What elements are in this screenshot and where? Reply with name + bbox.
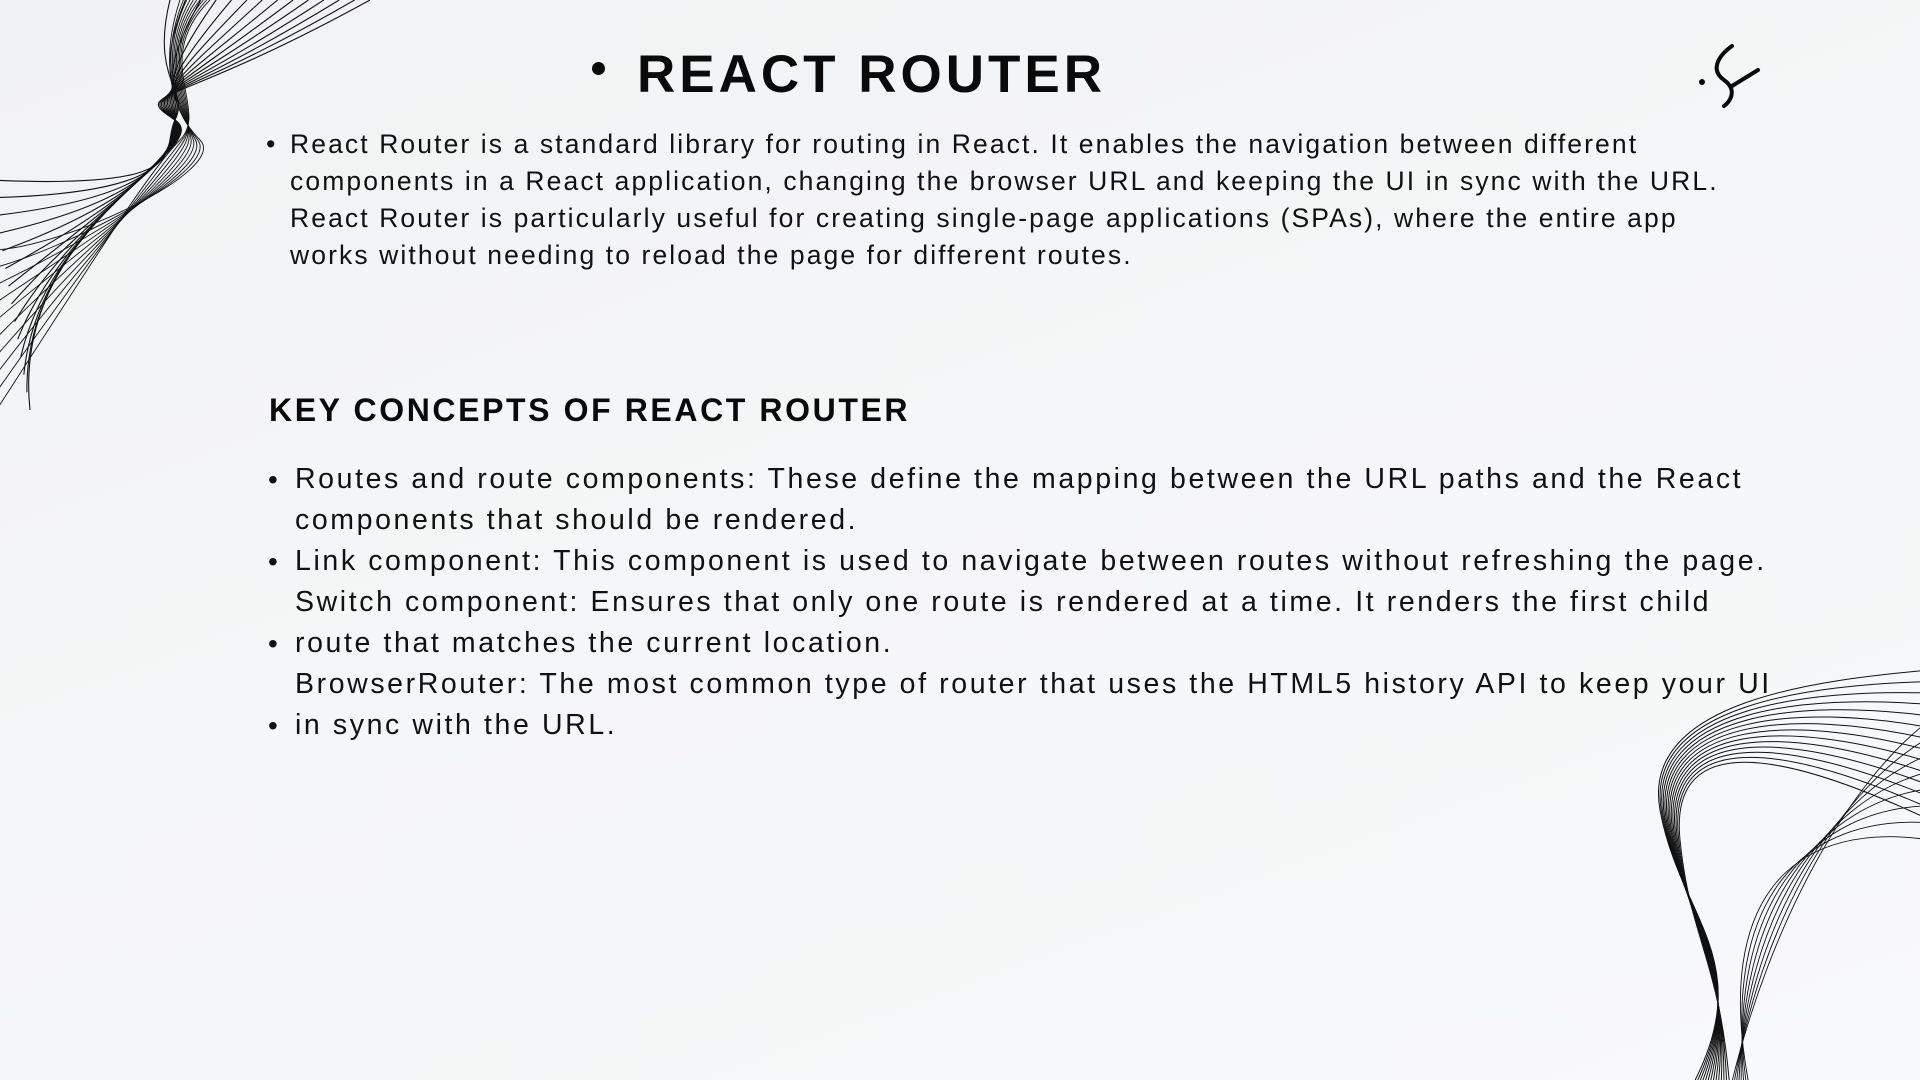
concept-bullets: • • • • <box>266 459 295 746</box>
concept-bullet: • <box>268 628 278 659</box>
intro-bullet: • <box>266 129 276 159</box>
section-heading: KEY CONCEPTS OF REACT ROUTER <box>269 392 911 428</box>
title-bullet <box>592 62 605 75</box>
title-row: REACT ROUTER <box>592 44 1106 105</box>
intro-paragraph: React Router is a standard library for r… <box>290 129 1719 270</box>
concept-bullet: • <box>268 710 278 741</box>
slide: REACT ROUTER • React Router is a standar… <box>0 0 1920 1080</box>
concepts-paragraph: Routes and route components: These defin… <box>295 463 1772 741</box>
concept-bullet: • <box>268 464 278 495</box>
brand-logo-icon <box>1699 44 1760 108</box>
slide-title: REACT ROUTER <box>637 45 1107 104</box>
concepts-list: • • • • Routes and route components: The… <box>266 459 1906 746</box>
concept-bullet: • <box>268 546 278 577</box>
intro-block: • React Router is a standard library for… <box>266 126 1876 274</box>
